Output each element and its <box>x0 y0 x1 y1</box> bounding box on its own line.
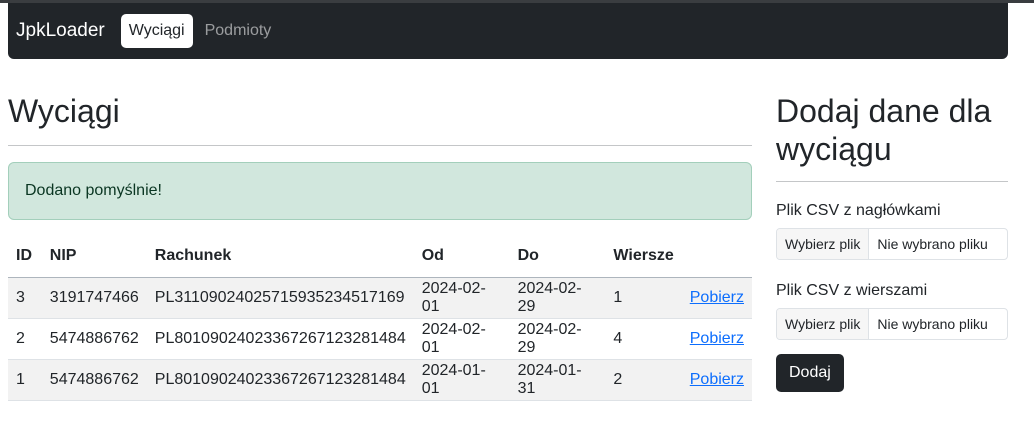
cell-rows: 1 <box>605 277 682 319</box>
page-title: Wyciągi <box>8 93 120 129</box>
cell-from: 2024-02-01 <box>413 277 510 319</box>
cell-account: PL80109024023367267123281484 <box>146 318 414 360</box>
column-header-nip: NIP <box>41 236 147 278</box>
cell-from: 2024-02-01 <box>413 318 510 360</box>
nav-link-wyciagi[interactable]: Wyciągi <box>120 14 193 48</box>
cell-nip: 3191747466 <box>41 277 147 319</box>
cell-account: PL80109024023367267123281484 <box>146 359 414 401</box>
cell-id: 2 <box>8 318 42 360</box>
download-link[interactable]: Pobierz <box>690 330 744 347</box>
cell-to: 2024-02-29 <box>509 277 606 319</box>
column-header-action <box>681 236 752 278</box>
table-row: 3 3191747466 PL3110902402571593523451716… <box>8 277 752 319</box>
cell-action: Pobierz <box>681 359 752 401</box>
rows-file-label: Plik CSV z wierszami <box>776 282 928 299</box>
add-button[interactable]: Dodaj <box>776 354 844 392</box>
title-divider <box>8 145 752 146</box>
cell-id: 3 <box>8 277 42 319</box>
cell-action: Pobierz <box>681 277 752 319</box>
cell-to: 2024-02-29 <box>509 318 606 360</box>
header-file-label: Plik CSV z nagłówkami <box>776 202 941 219</box>
cell-nip: 5474886762 <box>41 359 147 401</box>
brand-logo[interactable]: JpkLoader <box>16 20 105 42</box>
rows-file-choose-button[interactable]: Wybierz plik <box>777 309 870 339</box>
cell-id: 1 <box>8 359 42 401</box>
alert-text: Dodano pomyślnie! <box>25 182 162 199</box>
success-alert: Dodano pomyślnie! <box>8 162 752 220</box>
cell-action: Pobierz <box>681 318 752 360</box>
cell-rows: 2 <box>605 359 682 401</box>
upload-panel: Dodaj dane dla wyciągu Plik CSV z nagłów… <box>776 59 1008 392</box>
cell-rows: 4 <box>605 318 682 360</box>
download-link[interactable]: Pobierz <box>690 289 744 306</box>
statements-table: ID NIP Rachunek Od Do Wiersze 3 31917474… <box>8 236 752 401</box>
table-row: 2 5474886762 PL8010902402336726712328148… <box>8 318 752 360</box>
cell-account: PL31109024025715935234517169 <box>146 277 414 319</box>
cell-from: 2024-01-01 <box>413 359 510 401</box>
header-file-choose-button[interactable]: Wybierz plik <box>777 229 870 259</box>
cell-to: 2024-01-31 <box>509 359 606 401</box>
header-file-status: Nie wybrano pliku <box>877 236 988 252</box>
column-header-wiersze: Wiersze <box>605 236 682 278</box>
upload-divider <box>776 181 1008 182</box>
download-link[interactable]: Pobierz <box>690 371 744 388</box>
rows-file-status: Nie wybrano pliku <box>877 316 988 332</box>
upload-title: Dodaj dane dla wyciągu <box>776 93 992 167</box>
table-header-row: ID NIP Rachunek Od Do Wiersze <box>8 236 752 278</box>
column-header-od: Od <box>413 236 510 278</box>
column-header-rachunek: Rachunek <box>146 236 414 278</box>
column-header-do: Do <box>509 236 606 278</box>
nav-link-podmioty[interactable]: Podmioty <box>197 14 280 48</box>
table-row: 1 5474886762 PL8010902402336726712328148… <box>8 359 752 401</box>
navbar: JpkLoader Wyciągi Podmioty <box>8 3 1008 59</box>
main-content: Wyciągi Dodano pomyślnie! ID NIP Rachune… <box>8 59 752 401</box>
header-file-input[interactable]: Wybierz plik Nie wybrano pliku <box>776 228 1008 260</box>
cell-nip: 5474886762 <box>41 318 147 360</box>
column-header-id: ID <box>8 236 42 278</box>
rows-file-input[interactable]: Wybierz plik Nie wybrano pliku <box>776 308 1008 340</box>
